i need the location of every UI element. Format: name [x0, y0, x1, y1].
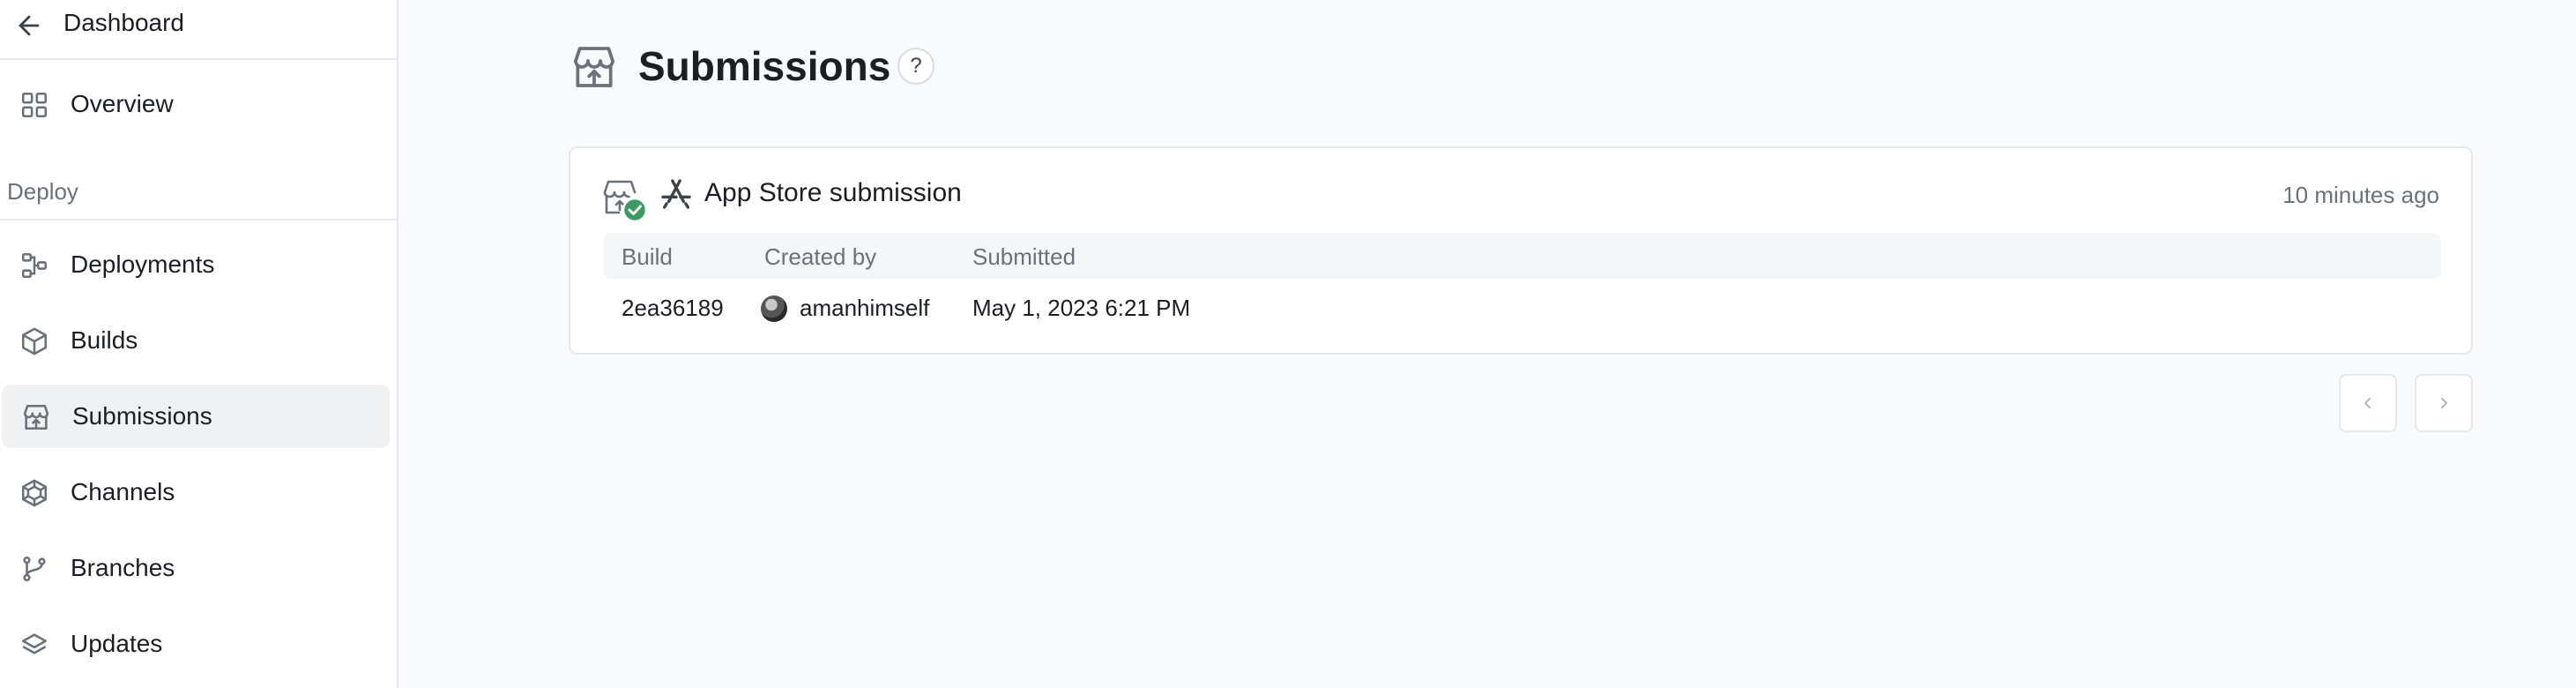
grid-icon [19, 90, 49, 120]
git-branch-icon [19, 554, 49, 584]
store-upload-icon [21, 402, 51, 432]
sidebar-item-submissions[interactable]: Submissions [2, 385, 390, 448]
sidebar-item-deployments[interactable]: Deployments [0, 233, 388, 296]
sidebar-item-branches[interactable]: Branches [0, 536, 388, 600]
arrow-left-icon [14, 11, 44, 41]
avatar [761, 295, 787, 322]
sidebar-item-label: Submissions [72, 402, 212, 430]
channels-icon [19, 478, 49, 508]
sidebar-item-updates[interactable]: Updates [0, 612, 388, 676]
next-page-button[interactable] [2415, 374, 2473, 432]
sidebar-item-label: Overview [71, 90, 174, 117]
sidebar-item-channels[interactable]: Channels [0, 460, 388, 524]
sidebar-item-builds[interactable]: Builds [0, 309, 388, 372]
back-to-dashboard-link[interactable]: Dashboard [0, 0, 397, 60]
section-label-deploy: Deploy [7, 178, 78, 205]
sidebar: Dashboard Overview Deploy Deployments Bu… [0, 0, 398, 688]
page-title: Submissions [638, 43, 891, 89]
submission-success-icon [602, 178, 648, 222]
column-header-submitted: Submitted [972, 243, 1076, 270]
layers-icon [19, 630, 49, 660]
sidebar-item-label: Branches [71, 554, 175, 581]
previous-page-button[interactable] [2339, 374, 2397, 432]
box-icon [19, 326, 49, 356]
sidebar-item-label: Updates [71, 630, 163, 657]
chevron-left-icon [2364, 398, 2371, 408]
back-label: Dashboard [63, 9, 184, 36]
column-header-build: Build [622, 243, 673, 270]
submission-time: 10 minutes ago [2282, 182, 2439, 208]
submitted-date: May 1, 2023 6:21 PM [972, 295, 1191, 321]
sidebar-item-label: Deployments [71, 251, 215, 278]
created-by-user: amanhimself [800, 295, 930, 321]
column-header-created-by: Created by [764, 243, 877, 270]
sidebar-item-label: Builds [71, 326, 138, 354]
section-divider [0, 219, 397, 221]
submission-title: App Store submission [704, 178, 962, 207]
build-id: 2ea36189 [622, 295, 724, 321]
deployments-icon [19, 251, 49, 280]
store-upload-icon [570, 42, 619, 92]
help-button[interactable]: ? [897, 48, 934, 85]
sidebar-item-label: Channels [71, 478, 175, 505]
sidebar-item-overview[interactable]: Overview [0, 72, 388, 136]
table-header: Build Created by Submitted [604, 233, 2441, 279]
chevron-right-icon [2441, 398, 2447, 408]
submission-card[interactable]: App Store submission 10 minutes ago Buil… [569, 146, 2473, 355]
app-store-icon [659, 176, 694, 212]
